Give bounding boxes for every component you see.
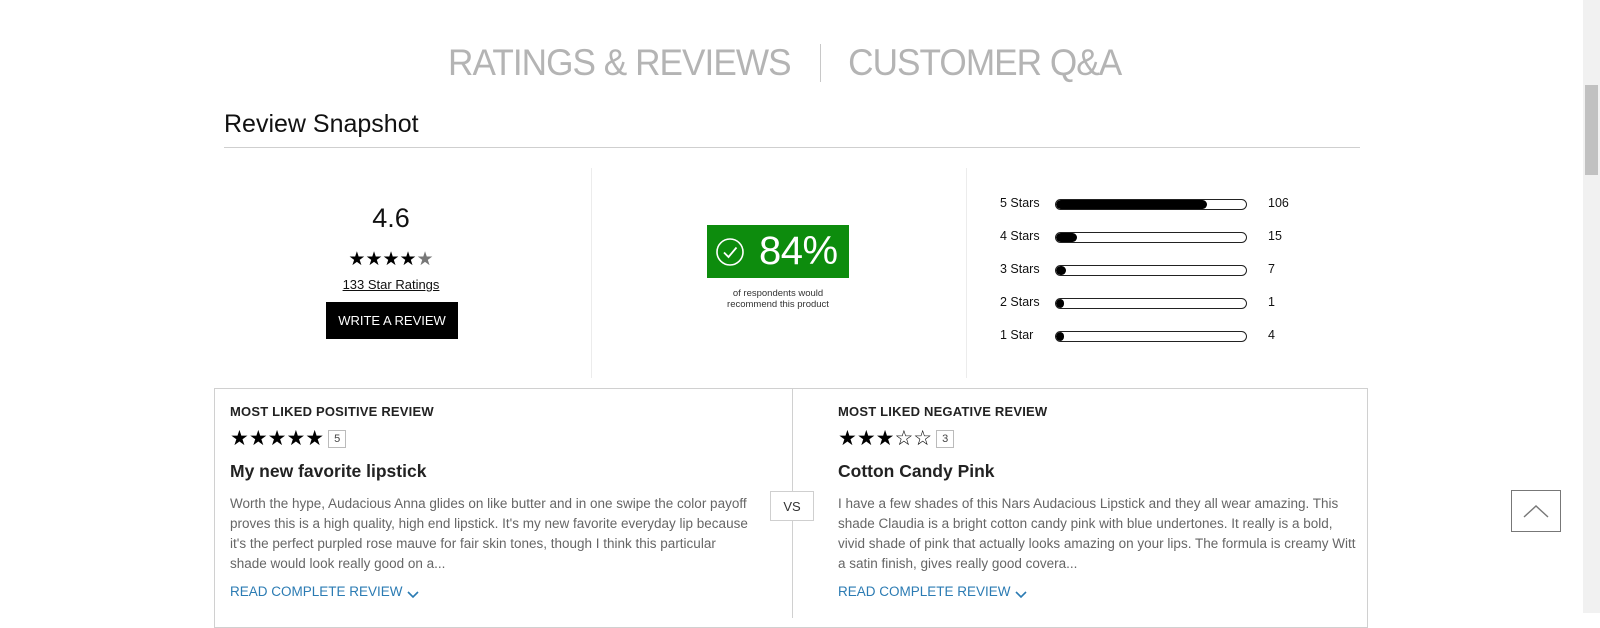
histogram-count: 106: [1268, 196, 1289, 210]
stars-full: ★★★★: [348, 249, 417, 270]
positive-review-title: My new favorite lipstick: [230, 461, 427, 481]
review-tabs: RATINGS & REVIEWS CUSTOMER Q&A: [0, 38, 1568, 88]
tab-separator: [820, 44, 822, 82]
positive-review-stars: ★★★★★ 5: [230, 428, 750, 450]
histogram-bar: [1055, 265, 1247, 276]
histogram-row[interactable]: 4 Stars 15: [1000, 227, 1300, 247]
histogram-row[interactable]: 3 Stars 7: [1000, 260, 1300, 280]
title-divider: [224, 147, 1360, 148]
histogram-bar: [1055, 199, 1247, 210]
histogram-count: 4: [1268, 328, 1275, 342]
rating-badge: 3: [936, 430, 955, 448]
negative-review-stars: ★★★ ☆☆ 3: [838, 428, 1358, 450]
recommend-caption: of respondents would recommend this prod…: [707, 288, 849, 310]
histogram-bar: [1055, 298, 1247, 309]
tab-ratings-reviews[interactable]: RATINGS & REVIEWS: [448, 42, 792, 84]
star-ratings-link[interactable]: 133 Star Ratings: [320, 277, 462, 292]
chevron-up-icon: [1523, 505, 1549, 518]
histogram-count: 1: [1268, 295, 1275, 309]
read-complete-review-link[interactable]: READ COMPLETE REVIEW: [838, 584, 1358, 599]
positive-review-body: Worth the hype, Audacious Anna glides on…: [230, 496, 748, 571]
histogram-count: 15: [1268, 229, 1282, 243]
histogram-row[interactable]: 2 Stars 1: [1000, 293, 1300, 313]
rating-badge: 5: [328, 430, 347, 448]
recommend-caption-line: recommend this product: [727, 299, 829, 310]
section-title: Review Snapshot: [224, 110, 419, 138]
vs-badge: VS: [770, 491, 814, 521]
read-more-label: READ COMPLETE REVIEW: [838, 584, 1011, 599]
column-divider: [966, 168, 967, 378]
histogram-fill: [1056, 332, 1064, 341]
histogram-fill: [1056, 266, 1067, 275]
histogram-row[interactable]: 5 Stars 106: [1000, 194, 1300, 214]
negative-review-title: Cotton Candy Pink: [838, 461, 995, 481]
negative-review: MOST LIKED NEGATIVE REVIEW ★★★ ☆☆ 3 Cott…: [838, 404, 1358, 599]
stars-empty: ☆☆: [894, 427, 933, 450]
negative-review-body: I have a few shades of this Nars Audacio…: [838, 496, 1356, 571]
check-circle-icon: [716, 237, 744, 266]
histogram-bar: [1055, 331, 1247, 342]
star-partial: ★: [416, 249, 434, 270]
recommend-badge: 84%: [707, 225, 849, 278]
histogram-fill: [1056, 200, 1208, 209]
histogram-label: 1 Star: [1000, 328, 1034, 342]
read-more-label: READ COMPLETE REVIEW: [230, 584, 403, 599]
column-divider: [591, 168, 592, 378]
chevron-down-icon: [406, 590, 419, 598]
read-complete-review-link[interactable]: READ COMPLETE REVIEW: [230, 584, 750, 599]
write-review-button[interactable]: WRITE A REVIEW: [326, 302, 458, 339]
histogram-label: 4 Stars: [1000, 229, 1040, 243]
average-stars: ★★★★★: [320, 248, 462, 271]
scrollbar-thumb[interactable]: [1585, 85, 1598, 175]
histogram-fill: [1056, 233, 1078, 242]
positive-review-heading: MOST LIKED POSITIVE REVIEW: [230, 404, 434, 419]
average-rating: 4.6: [372, 203, 410, 233]
tab-customer-qa[interactable]: CUSTOMER Q&A: [848, 42, 1122, 84]
negative-review-heading: MOST LIKED NEGATIVE REVIEW: [838, 404, 1048, 419]
histogram-label: 3 Stars: [1000, 262, 1040, 276]
chevron-down-icon: [1014, 590, 1027, 598]
stars-filled: ★★★★★: [230, 427, 325, 450]
recommend-percent: 84%: [759, 229, 838, 273]
stars-filled: ★★★: [838, 427, 895, 450]
histogram-label: 2 Stars: [1000, 295, 1040, 309]
histogram-label: 5 Stars: [1000, 196, 1040, 210]
histogram-fill: [1056, 299, 1064, 308]
histogram-row[interactable]: 1 Star 4: [1000, 326, 1300, 346]
histogram-bar: [1055, 232, 1247, 243]
histogram-count: 7: [1268, 262, 1275, 276]
positive-review: MOST LIKED POSITIVE REVIEW ★★★★★ 5 My ne…: [230, 404, 750, 599]
scroll-to-top-button[interactable]: [1511, 490, 1561, 532]
recommend-caption-line: of respondents would: [732, 288, 824, 299]
